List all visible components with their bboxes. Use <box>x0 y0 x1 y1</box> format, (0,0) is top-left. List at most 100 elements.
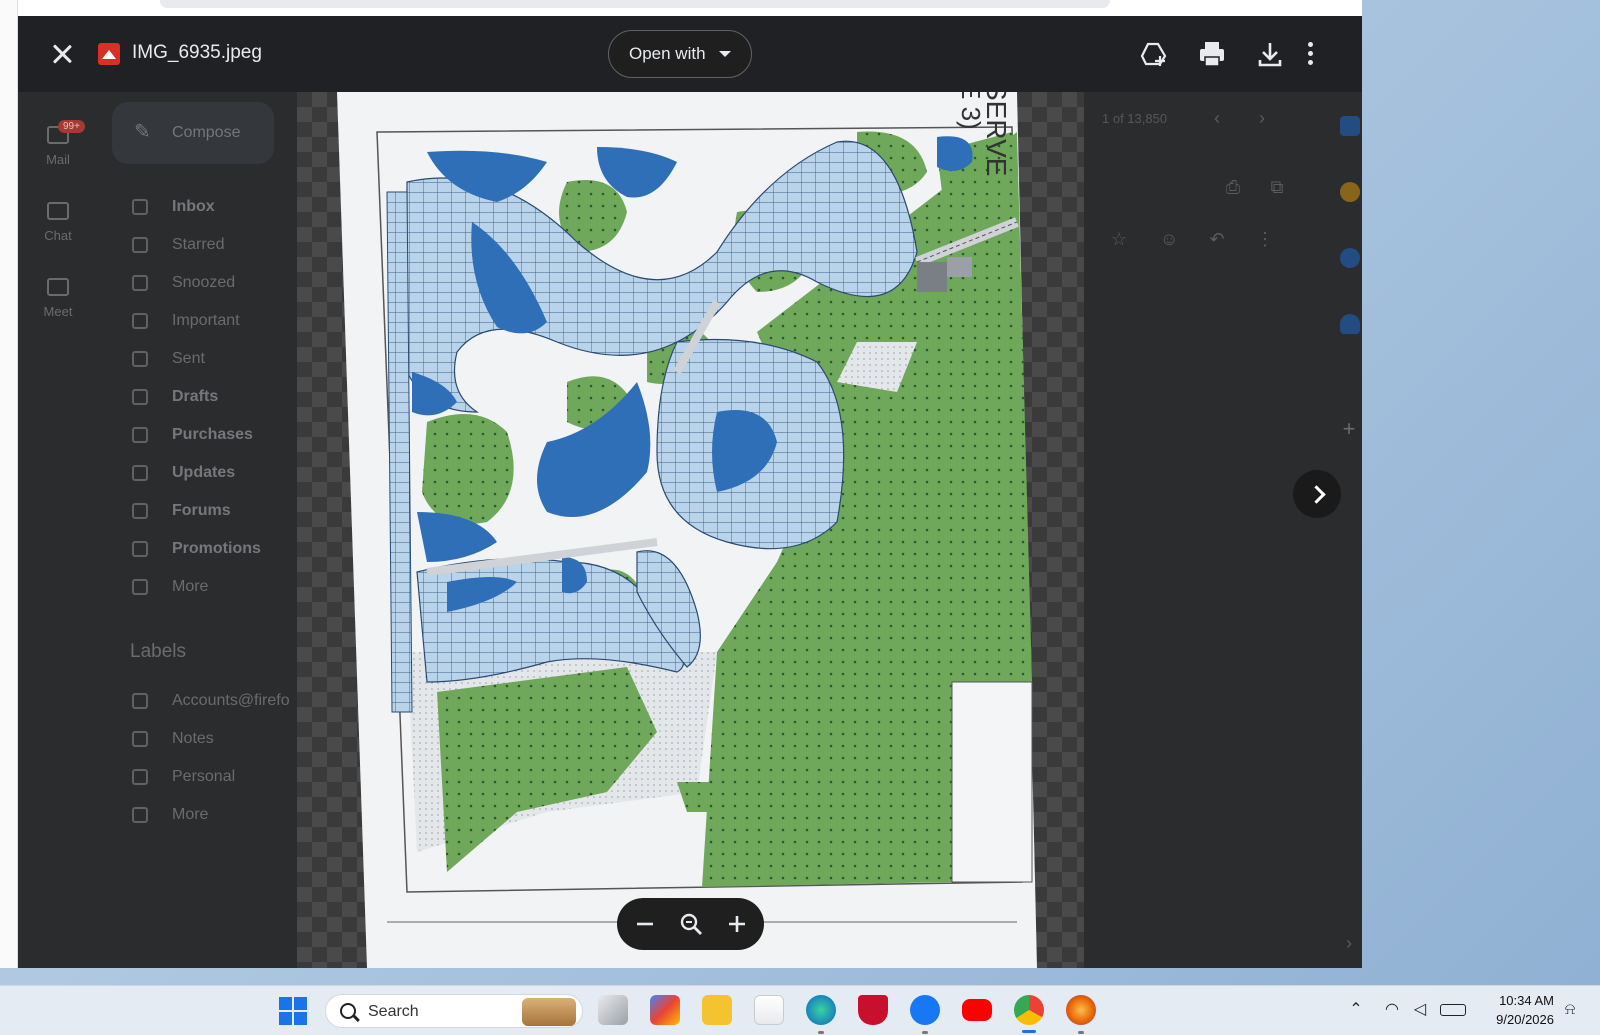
edge-icon[interactable] <box>806 995 836 1025</box>
send-icon <box>132 351 148 367</box>
rail-meet[interactable]: Meet <box>18 278 98 319</box>
site-plan-image: SERVE E 3) F OUR MES FOR A TICKET! <box>297 92 1084 968</box>
file-name: IMG_6935.jpeg <box>132 42 262 63</box>
more-vert-icon[interactable]: ⋮ <box>1256 230 1274 248</box>
keep-icon[interactable] <box>1340 182 1360 202</box>
label-text: Accounts@firefo <box>172 692 290 709</box>
add-to-drive-icon[interactable] <box>1138 38 1170 70</box>
calendar-icon[interactable] <box>1340 116 1360 136</box>
window-edge <box>0 0 18 968</box>
reply-icon[interactable]: ↶ <box>1208 230 1226 248</box>
label-text: More <box>172 806 209 823</box>
youtube-icon[interactable] <box>962 999 992 1021</box>
next-image-button[interactable] <box>1293 470 1341 518</box>
compose-button[interactable]: ✎ Compose <box>112 102 274 164</box>
search-icon <box>340 1003 356 1019</box>
nav-label: Purchases <box>172 426 253 443</box>
wifi-icon[interactable]: ◠ <box>1382 1001 1402 1019</box>
nav-label: More <box>172 578 209 595</box>
contacts-icon[interactable] <box>1340 314 1360 334</box>
shopping-bag-icon <box>132 427 148 443</box>
rail-chat[interactable]: Chat <box>18 202 98 243</box>
chevron-up-icon[interactable]: ⌃ <box>1346 1001 1366 1019</box>
store-icon[interactable] <box>754 995 784 1025</box>
open-new-window-icon[interactable]: ⧉ <box>1268 178 1286 196</box>
pagination-count: 1 of 13,850 <box>1102 111 1168 126</box>
nav-label: Inbox <box>172 198 215 215</box>
rail-mail[interactable]: 99+ Mail <box>18 120 98 167</box>
zoom-out-icon[interactable] <box>629 908 661 940</box>
viewer-toolbar: IMG_6935.jpeg Open with <box>18 16 1362 92</box>
star-icon <box>132 237 148 253</box>
image-display: SERVE E 3) F OUR MES FOR A TICKET! <box>297 92 1084 968</box>
chevron-down-icon <box>132 807 148 823</box>
chevron-down-icon <box>132 579 148 595</box>
label-icon <box>132 731 148 747</box>
prev-icon[interactable]: ‹ <box>1208 109 1226 127</box>
label-icon <box>132 693 148 709</box>
compose-label: Compose <box>172 124 241 141</box>
taskbar-search[interactable]: Search <box>325 994 583 1028</box>
nav-label: Starred <box>172 236 225 253</box>
firefox-icon[interactable] <box>1066 995 1096 1025</box>
running-indicator <box>1078 1031 1084 1034</box>
tasks-icon[interactable] <box>1340 248 1360 268</box>
label-icon <box>132 769 148 785</box>
rail-meet-label: Meet <box>43 304 73 319</box>
open-with-label: Open with <box>629 44 706 63</box>
chrome-icon[interactable] <box>1014 995 1044 1025</box>
chat-icon <box>47 202 69 220</box>
svg-text:E 3): E 3) <box>956 92 986 130</box>
labels-heading: Labels <box>130 641 186 662</box>
task-view-icon[interactable] <box>598 995 628 1025</box>
nav-label: Forums <box>172 502 231 519</box>
nav-label: Sent <box>172 350 205 367</box>
m365-icon[interactable] <box>650 995 680 1025</box>
notification-icon[interactable]: ⍾ <box>1560 1001 1580 1019</box>
clock-time: 10:34 AM <box>1499 993 1554 1008</box>
tag-icon <box>132 541 148 557</box>
pencil-icon: ✎ <box>134 121 151 143</box>
chevron-right-icon[interactable]: › <box>1340 934 1358 952</box>
emoji-icon[interactable]: ☺ <box>1160 230 1178 248</box>
taskbar: Search ⌃ ◠ ◁ 10:34 AM 9/20/2026 ⍾ <box>0 985 1600 1035</box>
volume-icon[interactable]: ◁ <box>1410 1001 1430 1019</box>
search-label: Search <box>368 1003 419 1020</box>
nav-label: Snoozed <box>172 274 236 291</box>
caret-down-icon <box>719 51 731 57</box>
print-icon[interactable] <box>1196 38 1228 70</box>
running-indicator <box>922 1031 928 1034</box>
facebook-icon[interactable] <box>910 995 940 1025</box>
image-file-icon <box>98 43 120 65</box>
zoom-reset-icon[interactable] <box>675 908 707 940</box>
address-bar[interactable] <box>160 0 1110 8</box>
star-icon[interactable]: ☆ <box>1110 230 1128 248</box>
nav-label: Important <box>172 312 240 329</box>
info-icon <box>132 465 148 481</box>
close-icon[interactable] <box>46 38 78 70</box>
mcafee-icon[interactable] <box>858 995 888 1025</box>
rail-chat-label: Chat <box>44 228 72 243</box>
browser-toolbar <box>0 0 1362 16</box>
unread-badge: 99+ <box>58 120 85 133</box>
search-highlight-image <box>522 998 576 1026</box>
label-text: Personal <box>172 768 236 785</box>
file-explorer-icon[interactable] <box>702 995 732 1025</box>
zoom-controls <box>617 898 764 950</box>
nav-label: Promotions <box>172 540 261 557</box>
open-with-button[interactable]: Open with <box>608 30 752 78</box>
print-icon[interactable]: ⎙ <box>1224 178 1242 196</box>
clock-icon <box>132 275 148 291</box>
clock-date: 9/20/2026 <box>1496 1012 1554 1027</box>
active-indicator <box>1022 1030 1036 1033</box>
download-icon[interactable] <box>1254 38 1286 70</box>
more-vert-icon[interactable] <box>1308 42 1314 69</box>
battery-icon[interactable] <box>1440 1004 1466 1016</box>
windows-start-icon[interactable] <box>279 997 307 1025</box>
forum-icon <box>132 503 148 519</box>
next-page-icon[interactable]: › <box>1253 109 1271 127</box>
add-icon[interactable]: + <box>1340 418 1358 440</box>
rail-mail-label: Mail <box>46 152 70 167</box>
zoom-in-icon[interactable] <box>721 908 753 940</box>
system-clock[interactable]: 10:34 AM 9/20/2026 <box>1478 991 1554 1029</box>
